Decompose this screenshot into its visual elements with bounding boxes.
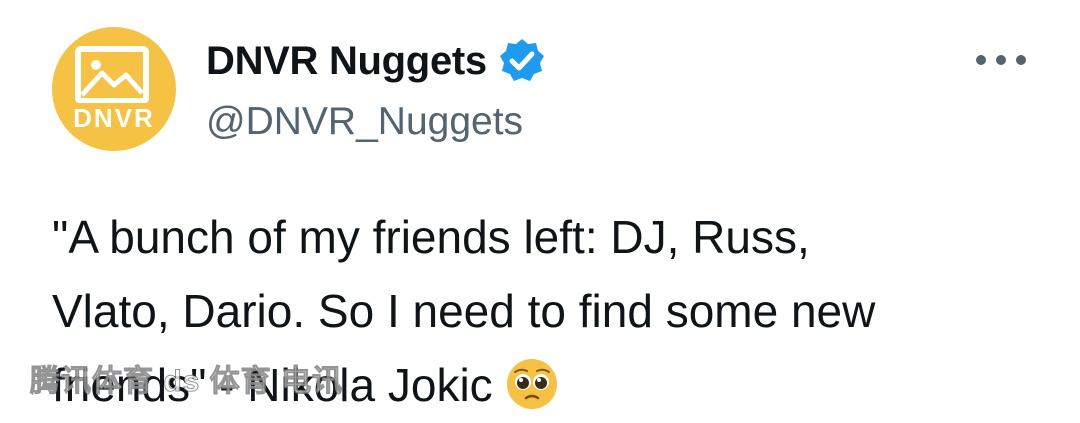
more-dot bbox=[976, 55, 986, 65]
watermark: 腾讯体育 ds 体育 电讯 bbox=[29, 365, 344, 399]
name-row: DNVR Nuggets bbox=[206, 36, 547, 86]
tweet-line: "A bunch of my friends left: DJ, Russ, bbox=[52, 211, 810, 263]
tweet-line: Vlato, Dario. So I need to find some new bbox=[52, 285, 876, 337]
more-dot bbox=[1016, 55, 1026, 65]
avatar-text: DNVR bbox=[73, 103, 155, 133]
display-name[interactable]: DNVR Nuggets bbox=[206, 36, 487, 86]
more-options-icon[interactable] bbox=[976, 50, 1026, 70]
pleading-face-emoji-icon bbox=[506, 359, 557, 409]
user-handle[interactable]: @DNVR_Nuggets bbox=[206, 98, 523, 146]
tweet-card: DNVR DNVR Nuggets @DNVR_Nuggets "A bunch… bbox=[0, 0, 1080, 423]
more-dot bbox=[996, 55, 1006, 65]
verified-badge-icon bbox=[499, 39, 544, 81]
avatar[interactable]: DNVR bbox=[52, 27, 176, 151]
dnvr-logo-icon: DNVR bbox=[64, 46, 164, 133]
